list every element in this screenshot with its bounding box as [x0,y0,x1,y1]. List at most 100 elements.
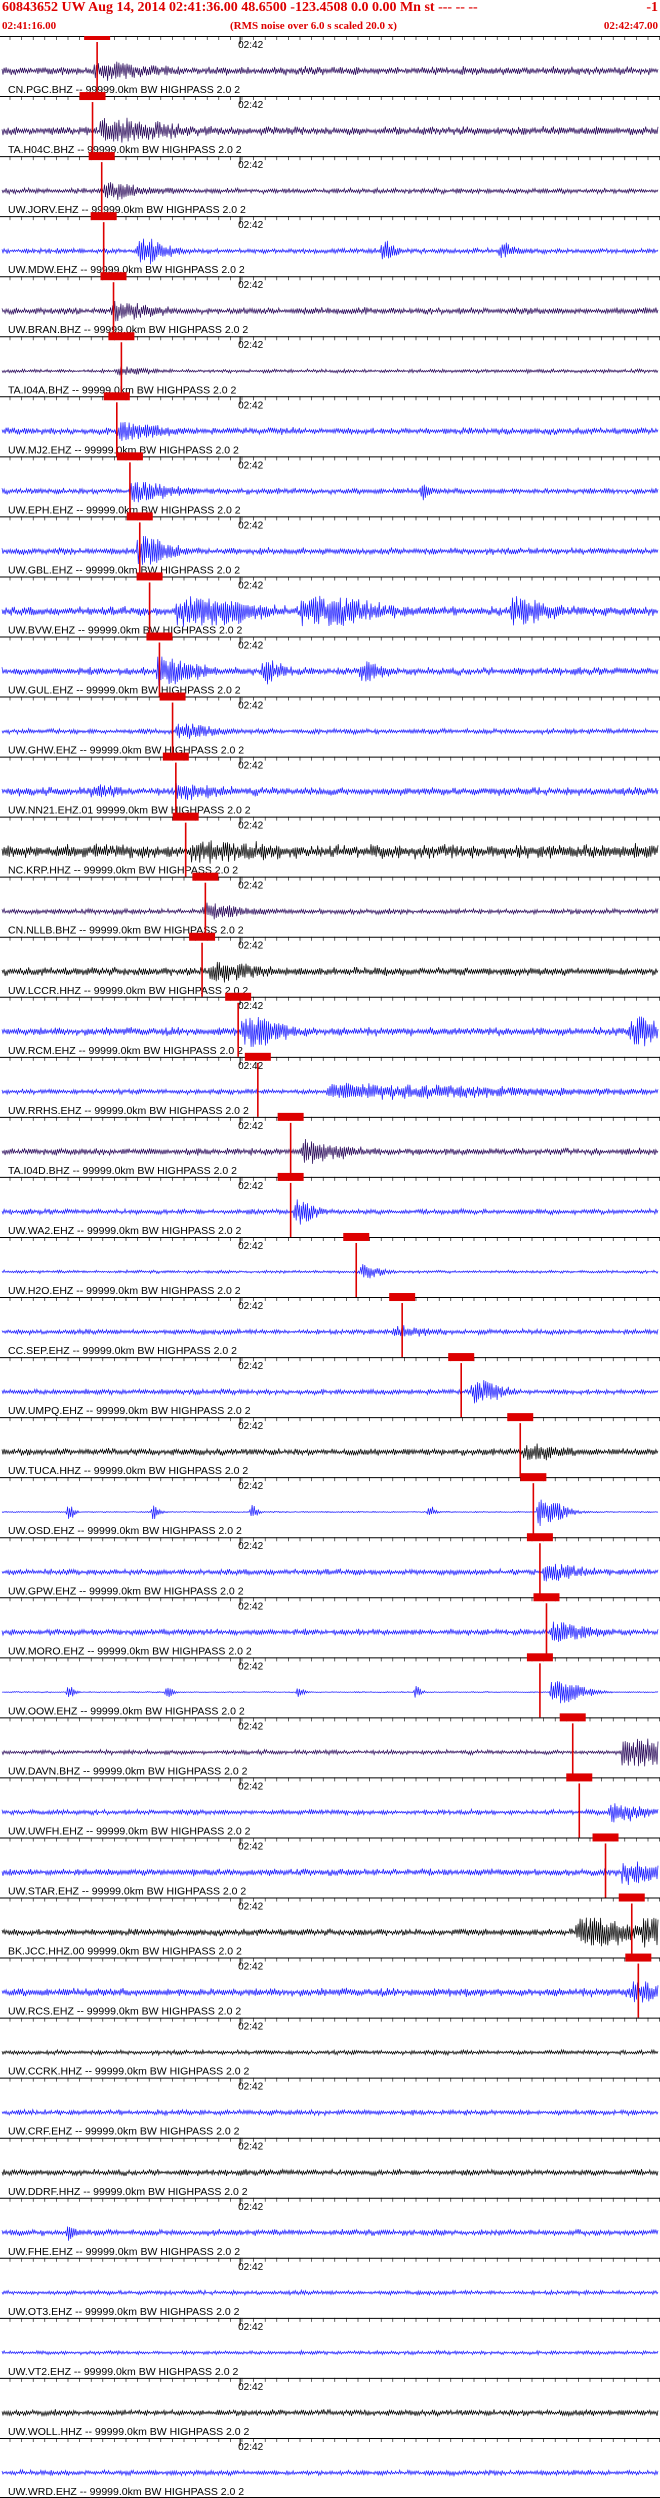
trace-22: 02:42 UW.UMPQ.EHZ -- 99999.0km BW HIGHPAS… [0,1353,660,1418]
trace-0: 02:42 CN.PGC.BHZ -- 99999.0km BW HIGHPASS… [0,36,660,96]
trace-16: 02:42 UW.RCM.EHZ -- 99999.0km BW HIGHPASS… [0,992,660,1057]
pick-flag [126,512,153,521]
tick-label: 02:42 [238,640,263,651]
waveform [1,481,659,503]
station-label: UW.WRD.EHZ -- 99999.0km BW HIGHPASS 2.0 … [8,2486,244,2498]
trace-33: 02:42 UW.CCRK.HHZ -- 99999.0km BW HIGHPAS… [0,2017,660,2078]
tick-label: 02:42 [238,1661,263,1672]
tick-label: 02:42 [238,160,263,171]
waveform [1,1138,659,1164]
trace-25: 02:42 UW.GPW.EHZ -- 99999.0km BW HIGHPASS… [0,1533,660,1598]
pick-flag [526,1653,553,1662]
waveform [1,2349,659,2357]
waveform [1,1325,659,1337]
station-label: UW.VT2.EHZ -- 99999.0km BW HIGHPASS 2.0 … [8,2366,238,2378]
pick-flag [108,332,135,341]
trace-7: 02:42 UW.EPH.EHZ -- 99999.0km BW HIGHPASS… [0,452,660,517]
tick-label: 02:42 [238,701,263,712]
tick-label: 02:42 [238,821,263,832]
trace-24: 02:42 UW.OSD.EHZ -- 99999.0km BW HIGHPASS… [0,1473,660,1538]
trace-18: 02:42 TA.I04D.BHZ -- 99999.0km BW HIGHPAS… [0,1112,660,1177]
tick-label: 02:42 [238,2382,263,2393]
waveform [1,117,659,143]
pick-flag [192,872,219,881]
waveform [1,2408,659,2418]
waveform [1,1443,659,1461]
waveform [1,723,659,739]
trace-35: 02:42 UW.DDRF.HHZ -- 99999.0km BW HIGHPAS… [0,2137,660,2198]
station-label: UW.OOW.EHZ -- 99999.0km BW HIGHPASS 2.0 … [8,1705,245,1717]
trace-28: 02:42 UW.DAVN.BHZ -- 99999.0km BW HIGHPAS… [0,1713,660,1778]
station-label: CN.PGC.BHZ -- 99999.0km BW HIGHPASS 2.0 … [8,84,240,96]
station-label: TA.I04D.BHZ -- 99999.0km BW HIGHPASS 2.0… [8,1165,237,1177]
station-label: UW.STAR.EHZ -- 99999.0km BW HIGHPASS 2.0… [8,1886,246,1898]
trace-31: 02:42 BK.JCC.HHZ.00 99999.0km BW HIGHPASS… [0,1893,660,1958]
tick-label: 02:42 [238,280,263,291]
tick-label: 02:42 [238,1781,263,1792]
station-label: UW.EPH.EHZ -- 99999.0km BW HIGHPASS 2.0 … [8,504,241,516]
station-label: TA.H04C.BHZ -- 99999.0km BW HIGHPASS 2.0… [8,144,242,156]
station-label: BK.JCC.HHZ.00 99999.0km BW HIGHPASS 2.0 … [8,1946,242,1958]
waveform [1,902,659,920]
waveform [1,1981,659,2003]
tick-label: 02:42 [238,1001,263,1012]
trace-2: 02:42 UW.JORV.EHZ -- 99999.0km BW HIGHPAS… [0,152,660,217]
station-label: UW.GUL.EHZ -- 99999.0km BW HIGHPASS 2.0 … [8,685,241,697]
trace-1: 02:42 TA.H04C.BHZ -- 99999.0km BW HIGHPAS… [0,92,660,157]
station-label: UW.GHW.EHZ -- 99999.0km BW HIGHPASS 2.0 … [8,745,244,757]
station-label: UW.UMPQ.EHZ -- 99999.0km BW HIGHPASS 2.0… [8,1405,251,1417]
tick-label: 02:42 [238,1962,263,1973]
pick-flag [533,1593,560,1602]
tick-label: 02:42 [238,2142,263,2153]
waveform [1,783,659,801]
station-label: UW.UWFH.EHZ -- 99999.0km BW HIGHPASS 2.0… [8,1825,251,1837]
waveform [1,1621,659,1642]
trace-4: 02:42UW.BRAN.BHZ -- 99999.0km BW HIGHPAS… [0,272,660,337]
station-label: UW.TUCA.HHZ -- 99999.0km BW HIGHPASS 2.0… [8,1465,248,1477]
tick-label: 02:42 [238,520,263,531]
station-label: UW.H2O.EHZ -- 99999.0km BW HIGHPASS 2.0 … [8,1285,241,1297]
station-label: UW.GPW.EHZ -- 99999.0km BW HIGHPASS 2.0 … [8,1585,244,1597]
pick-flag [116,452,143,461]
waveform [1,2168,659,2177]
trace-34: 02:42 UW.CRF.EHZ -- 99999.0km BW HIGHPASS… [0,2077,660,2138]
station-label: CC.SEP.EHZ -- 99999.0km BW HIGHPASS 2.0 … [8,1345,237,1357]
waveform [1,1861,659,1886]
waveform [1,1016,659,1047]
trace-15: 02:42 UW.LCCR.HHZ -- 99999.0km BW HIGHPAS… [0,932,660,997]
pick-flag [90,212,117,221]
station-label: UW.RCM.EHZ -- 99999.0km BW HIGHPASS 2.0 … [8,1045,243,1057]
pick-flag [520,1473,547,1482]
tick-label: 02:42 [238,460,263,471]
station-label: UW.CRF.EHZ -- 99999.0km BW HIGHPASS 2.0 … [8,2126,240,2138]
station-label: UW.WOLL.HHZ -- 99999.0km BW HIGHPASS 2.0… [8,2426,250,2438]
trace-23: 02:42 UW.TUCA.HHZ -- 99999.0km BW HIGHPAS… [0,1413,660,1478]
waveform [1,2048,659,2057]
pick-flag [526,1533,553,1542]
pick-flag [136,572,163,581]
waveform [1,2226,659,2241]
waveform [1,1738,659,1767]
station-label: UW.JORV.EHZ -- 99999.0km BW HIGHPASS 2.0… [8,204,246,216]
tick-label: 02:42 [238,2262,263,2273]
station-label: UW.OT3.EHZ -- 99999.0km BW HIGHPASS 2.0 … [8,2306,240,2318]
waveform [1,1803,659,1823]
trace-21: 02:42 CC.SEP.EHZ -- 99999.0km BW HIGHPASS… [0,1293,660,1358]
pick-flag [162,752,189,761]
trace-29: 02:42 UW.UWFH.EHZ -- 99999.0km BW HIGHPAS… [0,1773,660,1838]
tick-label: 02:42 [238,2442,263,2453]
pick-flag [277,1172,304,1181]
trace-38: 02:42 UW.VT2.EHZ -- 99999.0km BW HIGHPASS… [0,2317,660,2378]
station-label: UW.WA2.EHZ -- 99999.0km BW HIGHPASS 2.0 … [8,1225,242,1237]
trace-20: 02:42 UW.H2O.EHZ -- 99999.0km BW HIGHPASS… [0,1232,660,1298]
waveform [1,2468,659,2478]
trace-5: 02:42TA.I04A.BHZ -- 99999.0km BW HIGHPAS… [0,332,660,397]
tick-label: 02:42 [238,941,263,952]
trace-40: 02:42 UW.WRD.EHZ -- 99999.0km BW HIGHPASS… [0,2437,660,2498]
trace-13: 02:42NC.KRP.HHZ -- 99999.0km BW HIGHPASS… [0,812,660,877]
tick-label: 02:42 [238,1301,263,1312]
tick-label: 02:42 [238,1361,263,1372]
station-label: UW.MORO.EHZ -- 99999.0km BW HIGHPASS 2.0… [8,1645,252,1657]
tick-label: 02:42 [238,580,263,591]
tick-label: 02:42 [238,1541,263,1552]
